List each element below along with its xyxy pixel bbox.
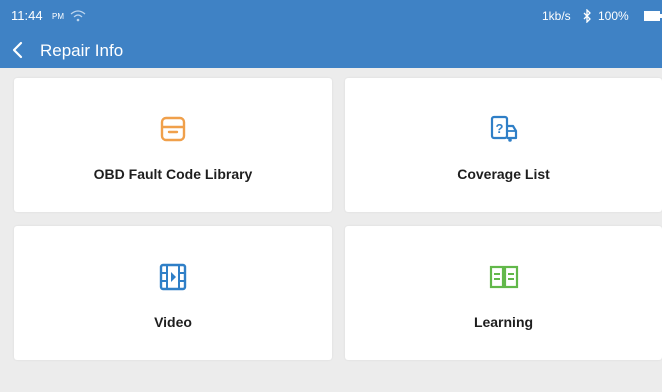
bluetooth-icon xyxy=(583,9,591,23)
card-label: Learning xyxy=(473,314,534,330)
battery-percent: 100% xyxy=(598,9,629,23)
page-title: Repair Info xyxy=(40,41,124,60)
app-header: Repair Info xyxy=(0,36,662,66)
card-label: OBD Fault Code Library xyxy=(93,166,253,182)
obd-fault-code-library-card[interactable]: OBD Fault Code Library xyxy=(14,78,332,212)
learning-card[interactable]: Learning xyxy=(345,226,662,360)
card-label: Coverage List xyxy=(457,166,550,182)
card-label: Video xyxy=(154,314,192,330)
open-book-icon xyxy=(489,265,518,289)
status-bar: 11:44 PM 1kb/s 100% xyxy=(0,0,662,28)
vehicle-coverage-icon: ? xyxy=(490,115,517,142)
status-time: 11:44 xyxy=(11,8,43,23)
back-arrow-icon[interactable] xyxy=(8,38,30,62)
status-ampm: PM xyxy=(52,12,64,21)
top-bar: 11:44 PM 1kb/s 100% Repair Info xyxy=(0,0,662,68)
battery-icon xyxy=(644,11,662,21)
wifi-icon xyxy=(70,10,86,22)
film-strip-icon xyxy=(159,263,187,291)
archive-box-icon xyxy=(160,116,186,142)
network-rate: 1kb/s xyxy=(542,9,571,23)
video-card[interactable]: Video xyxy=(14,226,332,360)
svg-text:?: ? xyxy=(495,121,503,136)
coverage-list-card[interactable]: ? Coverage List xyxy=(345,78,662,212)
